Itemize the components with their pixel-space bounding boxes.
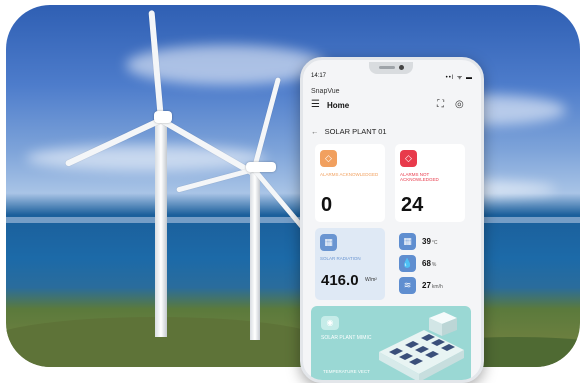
solar-plant-illustration (379, 312, 464, 380)
alarms-not-acknowledged-label: ALARMS NOT ACKNOWLEDGED (400, 172, 439, 182)
metric-value: 68% (422, 259, 436, 268)
alarm-tag-icon: ◇ (400, 150, 417, 167)
humidity-drop-icon: 💧 (399, 255, 416, 272)
solar-radiation-label: SOLAR RADIATION (320, 256, 361, 261)
app-name: SnapVue (311, 88, 340, 95)
solar-plant-mimic-card[interactable]: ◉ SOLAR PLANT MIMIC TEMPERATURE VECT (311, 306, 471, 380)
signal-icon[interactable]: ◎ (455, 99, 464, 110)
wind-icon: ≋ (399, 277, 416, 294)
panel-temperature-metric[interactable]: ▦ 39°C (395, 232, 465, 254)
alarms-acknowledged-label: ALARMS ACKNOWLEDGED (320, 172, 379, 177)
building-icon: ▦ (320, 234, 337, 251)
turbine-tower (155, 117, 167, 337)
status-bar: 14:17 ••l ᯤ ▬ (311, 73, 473, 83)
turbine-hub (154, 111, 172, 123)
page-title: Home (327, 101, 350, 110)
turbine-tower (250, 170, 260, 340)
status-icons: ••l ᯤ ▬ (445, 75, 473, 81)
metric-value: 27km/h (422, 281, 443, 290)
scan-icon[interactable]: ⛶ (437, 99, 444, 110)
turbine-blade (251, 77, 282, 171)
humidity-value: 68 (422, 259, 431, 268)
alarms-not-acknowledged-card[interactable]: ◇ ALARMS NOT ACKNOWLEDGED 24 (395, 144, 465, 222)
app-navbar: ☰ Home ⛶ ◎ (303, 98, 481, 114)
phone-mockup: 14:17 ••l ᯤ ▬ SnapVue ☰ Home ⛶ ◎ ← SOLAR… (300, 57, 484, 383)
background-photo-wind-turbines (6, 5, 580, 367)
turbine-hub (246, 162, 276, 172)
wind-value: 27 (422, 281, 431, 290)
breadcrumb-label: SOLAR PLANT 01 (324, 127, 387, 136)
alarms-not-acknowledged-value: 24 (401, 194, 424, 216)
humidity-metric[interactable]: 💧 68% (395, 254, 465, 276)
eye-icon: ◉ (321, 316, 339, 330)
metric-value: 39°C (422, 237, 438, 246)
turbine-blade (176, 167, 255, 193)
solar-plant-mimic-label: SOLAR PLANT MIMIC (321, 335, 372, 341)
breadcrumb[interactable]: ← SOLAR PLANT 01 (311, 127, 387, 136)
humidity-unit: % (431, 262, 437, 268)
wind-unit: km/h (431, 284, 443, 290)
camera-icon (399, 65, 404, 70)
speaker-icon (379, 66, 395, 69)
temperature-value: 39 (422, 237, 431, 246)
alarms-acknowledged-card[interactable]: ◇ ALARMS ACKNOWLEDGED 0 (315, 144, 385, 222)
panel-temperature-icon: ▦ (399, 233, 416, 250)
solar-radiation-value: 416.0 (321, 272, 359, 289)
temperature-unit: °C (431, 240, 438, 246)
alarms-acknowledged-value: 0 (321, 194, 333, 216)
hamburger-menu-icon[interactable]: ☰ (311, 99, 320, 110)
solar-radiation-unit: W/m² (365, 277, 377, 283)
status-time: 14:17 (311, 73, 327, 79)
solar-radiation-card[interactable]: ▦ SOLAR RADIATION 416.0 W/m² (315, 228, 385, 300)
back-arrow-icon[interactable]: ← (311, 127, 319, 136)
wind-metric[interactable]: ≋ 27km/h (395, 276, 465, 298)
alarm-tag-icon: ◇ (320, 150, 337, 167)
